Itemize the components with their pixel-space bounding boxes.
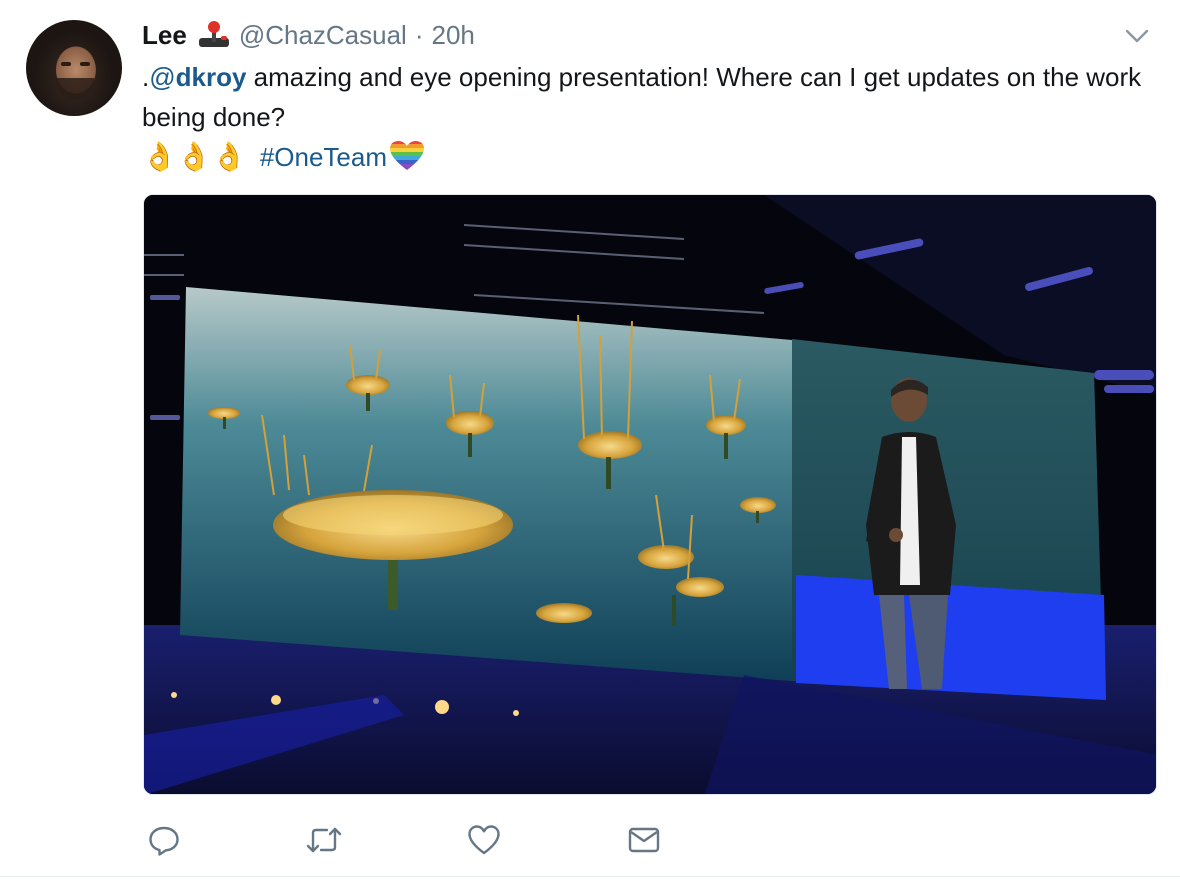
- display-name[interactable]: Lee: [142, 20, 187, 51]
- separator-dot: ·: [414, 19, 424, 50]
- text-body: amazing and eye opening presentation! Wh…: [142, 62, 1142, 132]
- avatar[interactable]: [26, 20, 122, 116]
- avatar-beard: [56, 78, 94, 100]
- reply-icon: [149, 826, 179, 856]
- rainbow-heart-icon: [390, 141, 425, 170]
- hashtag-link[interactable]: #OneTeam: [260, 142, 387, 172]
- like-button[interactable]: [462, 818, 506, 862]
- joystick-icon: [197, 20, 231, 50]
- user-handle[interactable]: @ChazCasual: [239, 20, 407, 51]
- divider: [0, 876, 1180, 877]
- heart-icon: [468, 825, 500, 855]
- tweet-header: Lee @ChazCasual · 20h: [142, 18, 475, 52]
- timestamp-link[interactable]: 20h: [432, 20, 475, 51]
- retweet-icon: [306, 827, 342, 853]
- stage-photo-illustration: [144, 195, 1156, 794]
- avatar-eye: [80, 62, 90, 66]
- mention-name: dkroy: [175, 62, 247, 92]
- tweet-actions: [142, 818, 702, 862]
- ok-hand-emojis: 👌👌👌: [142, 141, 247, 172]
- mention-at: @: [149, 62, 176, 92]
- tweet-menu-button[interactable]: [1120, 22, 1154, 50]
- reply-button[interactable]: [142, 818, 186, 862]
- avatar-eye: [61, 62, 71, 66]
- tweet-card: Lee @ChazCasual · 20h .@dkroy amazing an…: [0, 0, 1180, 882]
- mention-link[interactable]: @dkroy: [149, 62, 246, 92]
- retweet-button[interactable]: [302, 818, 346, 862]
- chevron-down-icon: [1125, 29, 1149, 43]
- tweet-photo[interactable]: [143, 194, 1157, 795]
- direct-message-button[interactable]: [622, 818, 666, 862]
- envelope-icon: [628, 827, 660, 853]
- tweet-text: .@dkroy amazing and eye opening presenta…: [142, 57, 1162, 177]
